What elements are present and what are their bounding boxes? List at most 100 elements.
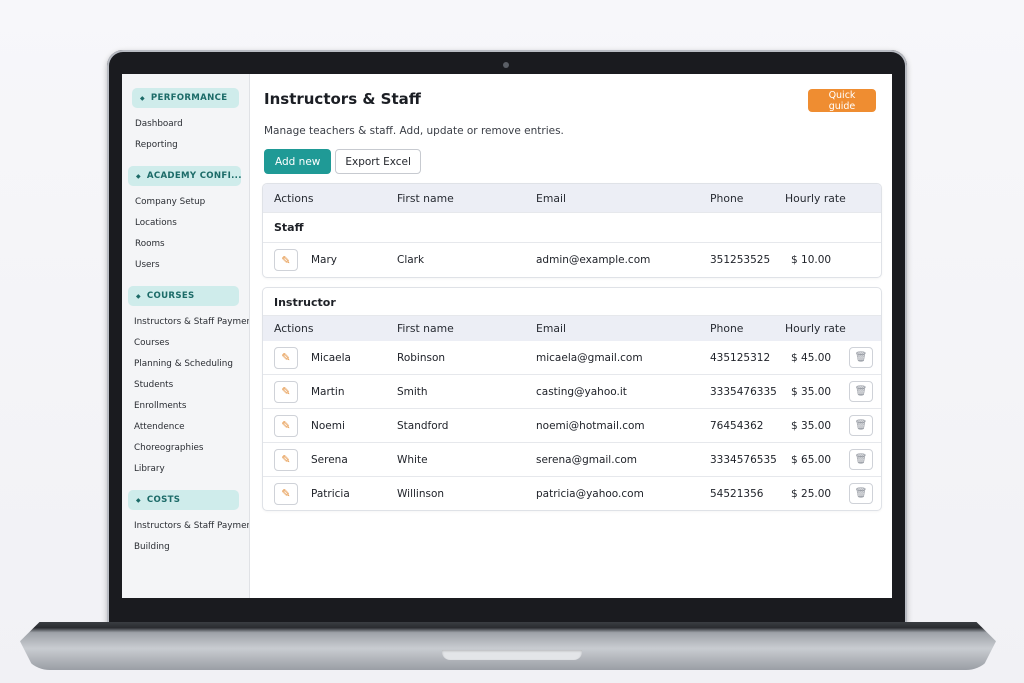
pencil-icon[interactable]: ✎ <box>274 380 298 403</box>
staff-table: Actions First name Email Phone Hourly ra… <box>262 183 882 278</box>
sidebar-item-enrollments[interactable]: Enrollments <box>122 396 249 417</box>
row-name: Mary <box>311 254 338 266</box>
sidebar-group-courses: ◆ COURSES Instructors & Staff Paymens Cou… <box>122 286 249 480</box>
sidebar-header[interactable]: ◆ ACADEMY CONFI... <box>128 166 241 186</box>
group-label-instructor: Instructor <box>274 296 336 309</box>
pencil-icon[interactable]: ✎ <box>274 414 298 437</box>
sidebar-header-label: COURSES <box>146 291 195 301</box>
row-first-name: Willinson <box>397 487 445 500</box>
row-hourly-rate: $ 45.00 <box>791 351 832 364</box>
page-subtitle: Manage teachers & staff. Add, update or … <box>264 125 564 137</box>
trash-icon[interactable]: 🗑 <box>849 347 873 368</box>
table-row: ✎ Patricia Willinson patricia@yahoo.com 5452… <box>263 476 881 510</box>
sidebar-item-building[interactable]: Building <box>122 537 249 558</box>
row-email: noemi@hotmail.com <box>536 419 645 432</box>
row-email: admin@example.com <box>536 254 651 266</box>
page-title: Instructors & Staff <box>264 90 421 108</box>
sidebar-group-performance: ◆ PERFORMANCE Dashboard Reporting <box>122 88 249 156</box>
table-header-row: Actions First name Email Phone Hourly ra… <box>263 184 881 212</box>
quick-guide-button[interactable]: Quick guide <box>808 89 876 112</box>
column-header-email[interactable]: Email <box>536 322 710 335</box>
column-header-email[interactable]: Email <box>536 192 710 205</box>
row-phone: 76454362 <box>710 419 764 432</box>
row-email: micaela@gmail.com <box>536 351 643 364</box>
row-phone: 3334576535 <box>710 453 777 466</box>
sidebar-item-attendence[interactable]: Attendence <box>122 417 249 438</box>
row-phone: 3335476335 <box>710 385 777 398</box>
bullet-icon: ◆ <box>136 496 141 504</box>
column-header-hourly-rate[interactable]: Hourly rate <box>785 322 853 335</box>
sidebar-item-instructor-payments[interactable]: Instructors & Staff Paymens <box>122 312 249 333</box>
sidebar-header[interactable]: ◆ COSTS <box>128 490 239 510</box>
trash-icon[interactable]: 🗑 <box>849 449 873 470</box>
sidebar-item-locations[interactable]: Locations <box>122 213 249 234</box>
row-actions: ✎ Serena <box>263 448 397 471</box>
sidebar-item-reporting[interactable]: Reporting <box>122 135 249 156</box>
column-header-first-name[interactable]: First name <box>397 322 536 335</box>
trash-icon[interactable]: 🗑 <box>849 381 873 402</box>
sidebar-item-students[interactable]: Students <box>122 375 249 396</box>
sidebar-header[interactable]: ◆ PERFORMANCE <box>132 88 239 108</box>
sidebar-group-academy: ◆ ACADEMY CONFI... Company Setup Location… <box>122 166 249 276</box>
table-row: ✎ Mary Clark admin@example.com 351253525… <box>263 242 881 277</box>
sidebar-item-users[interactable]: Users <box>122 255 249 276</box>
row-actions: ✎ Martin <box>263 380 397 403</box>
table-row: ✎ Micaela Robinson micaela@gmail.com 4351253… <box>263 341 881 374</box>
column-header-first-name[interactable]: First name <box>397 192 536 205</box>
sidebar-header-label: PERFORMANCE <box>150 93 228 103</box>
sidebar-header[interactable]: ◆ COURSES <box>128 286 239 306</box>
sidebar-item-library[interactable]: Library <box>122 459 249 480</box>
row-phone: 435125312 <box>710 351 771 364</box>
sidebar-item-dashboard[interactable]: Dashboard <box>122 114 249 135</box>
sidebar: ◆ PERFORMANCE Dashboard Reporting ◆ ACADEM… <box>122 74 250 598</box>
row-hourly-rate: $ 25.00 <box>791 487 832 500</box>
row-actions: ✎ Micaela <box>263 346 397 369</box>
trash-icon[interactable]: 🗑 <box>849 415 873 436</box>
row-phone: 54521356 <box>710 487 764 500</box>
sidebar-item-rooms[interactable]: Rooms <box>122 234 249 255</box>
column-header-phone[interactable]: Phone <box>710 192 785 205</box>
row-first-name: Clark <box>397 254 425 266</box>
pencil-icon[interactable]: ✎ <box>274 346 298 369</box>
row-first-name: Robinson <box>397 351 446 364</box>
bullet-icon: ◆ <box>136 292 141 300</box>
laptop-base <box>20 622 996 670</box>
column-header-hourly-rate[interactable]: Hourly rate <box>785 192 853 205</box>
trash-icon[interactable]: 🗑 <box>849 483 873 504</box>
row-name: Patricia <box>311 487 350 500</box>
row-name: Noemi <box>311 419 345 432</box>
laptop-notch <box>442 650 582 660</box>
sidebar-header-label: ACADEMY CONFI... <box>146 171 241 181</box>
row-first-name: Smith <box>397 385 428 398</box>
sidebar-item-choreographies[interactable]: Choreographies <box>122 438 249 459</box>
row-first-name: Standford <box>397 419 449 432</box>
table-header-row: Actions First name Email Phone Hourly ra… <box>263 315 881 341</box>
sidebar-item-planning[interactable]: Planning & Scheduling <box>122 354 249 375</box>
camera-icon <box>503 62 509 68</box>
row-actions: ✎ Noemi <box>263 414 397 437</box>
sidebar-item-staff-payments[interactable]: Instructors & Staff Payments <box>122 516 249 537</box>
add-new-button[interactable]: Add new <box>264 149 332 174</box>
sidebar-header-label: COSTS <box>146 495 181 505</box>
column-header-phone[interactable]: Phone <box>710 322 785 335</box>
pencil-icon[interactable]: ✎ <box>274 249 298 271</box>
row-name: Martin <box>311 385 345 398</box>
table-row: ✎ Serena White serena@gmail.com 3334576535 $ … <box>263 442 881 476</box>
toolbar: Add new Export Excel <box>264 149 882 174</box>
main-content: Instructors & Staff Quick guide Manage t… <box>250 74 892 598</box>
row-hourly-rate: $ 35.00 <box>791 385 832 398</box>
pencil-icon[interactable]: ✎ <box>274 448 298 471</box>
export-excel-button[interactable]: Export Excel <box>335 149 421 174</box>
row-name: Micaela <box>311 351 351 364</box>
column-header-actions: Actions <box>274 322 314 335</box>
row-hourly-rate: $ 65.00 <box>791 453 832 466</box>
row-name: Serena <box>311 453 348 466</box>
pencil-icon[interactable]: ✎ <box>274 482 298 505</box>
row-actions: ✎ Mary <box>263 249 397 271</box>
sidebar-item-company-setup[interactable]: Company Setup <box>122 192 249 213</box>
row-hourly-rate: $ 10.00 <box>791 254 832 266</box>
group-label-staff: Staff <box>263 212 881 242</box>
sidebar-item-courses[interactable]: Courses <box>122 333 249 354</box>
row-hourly-rate: $ 35.00 <box>791 419 832 432</box>
table-row: ✎ Noemi Standford noemi@hotmail.com 76454362… <box>263 408 881 442</box>
